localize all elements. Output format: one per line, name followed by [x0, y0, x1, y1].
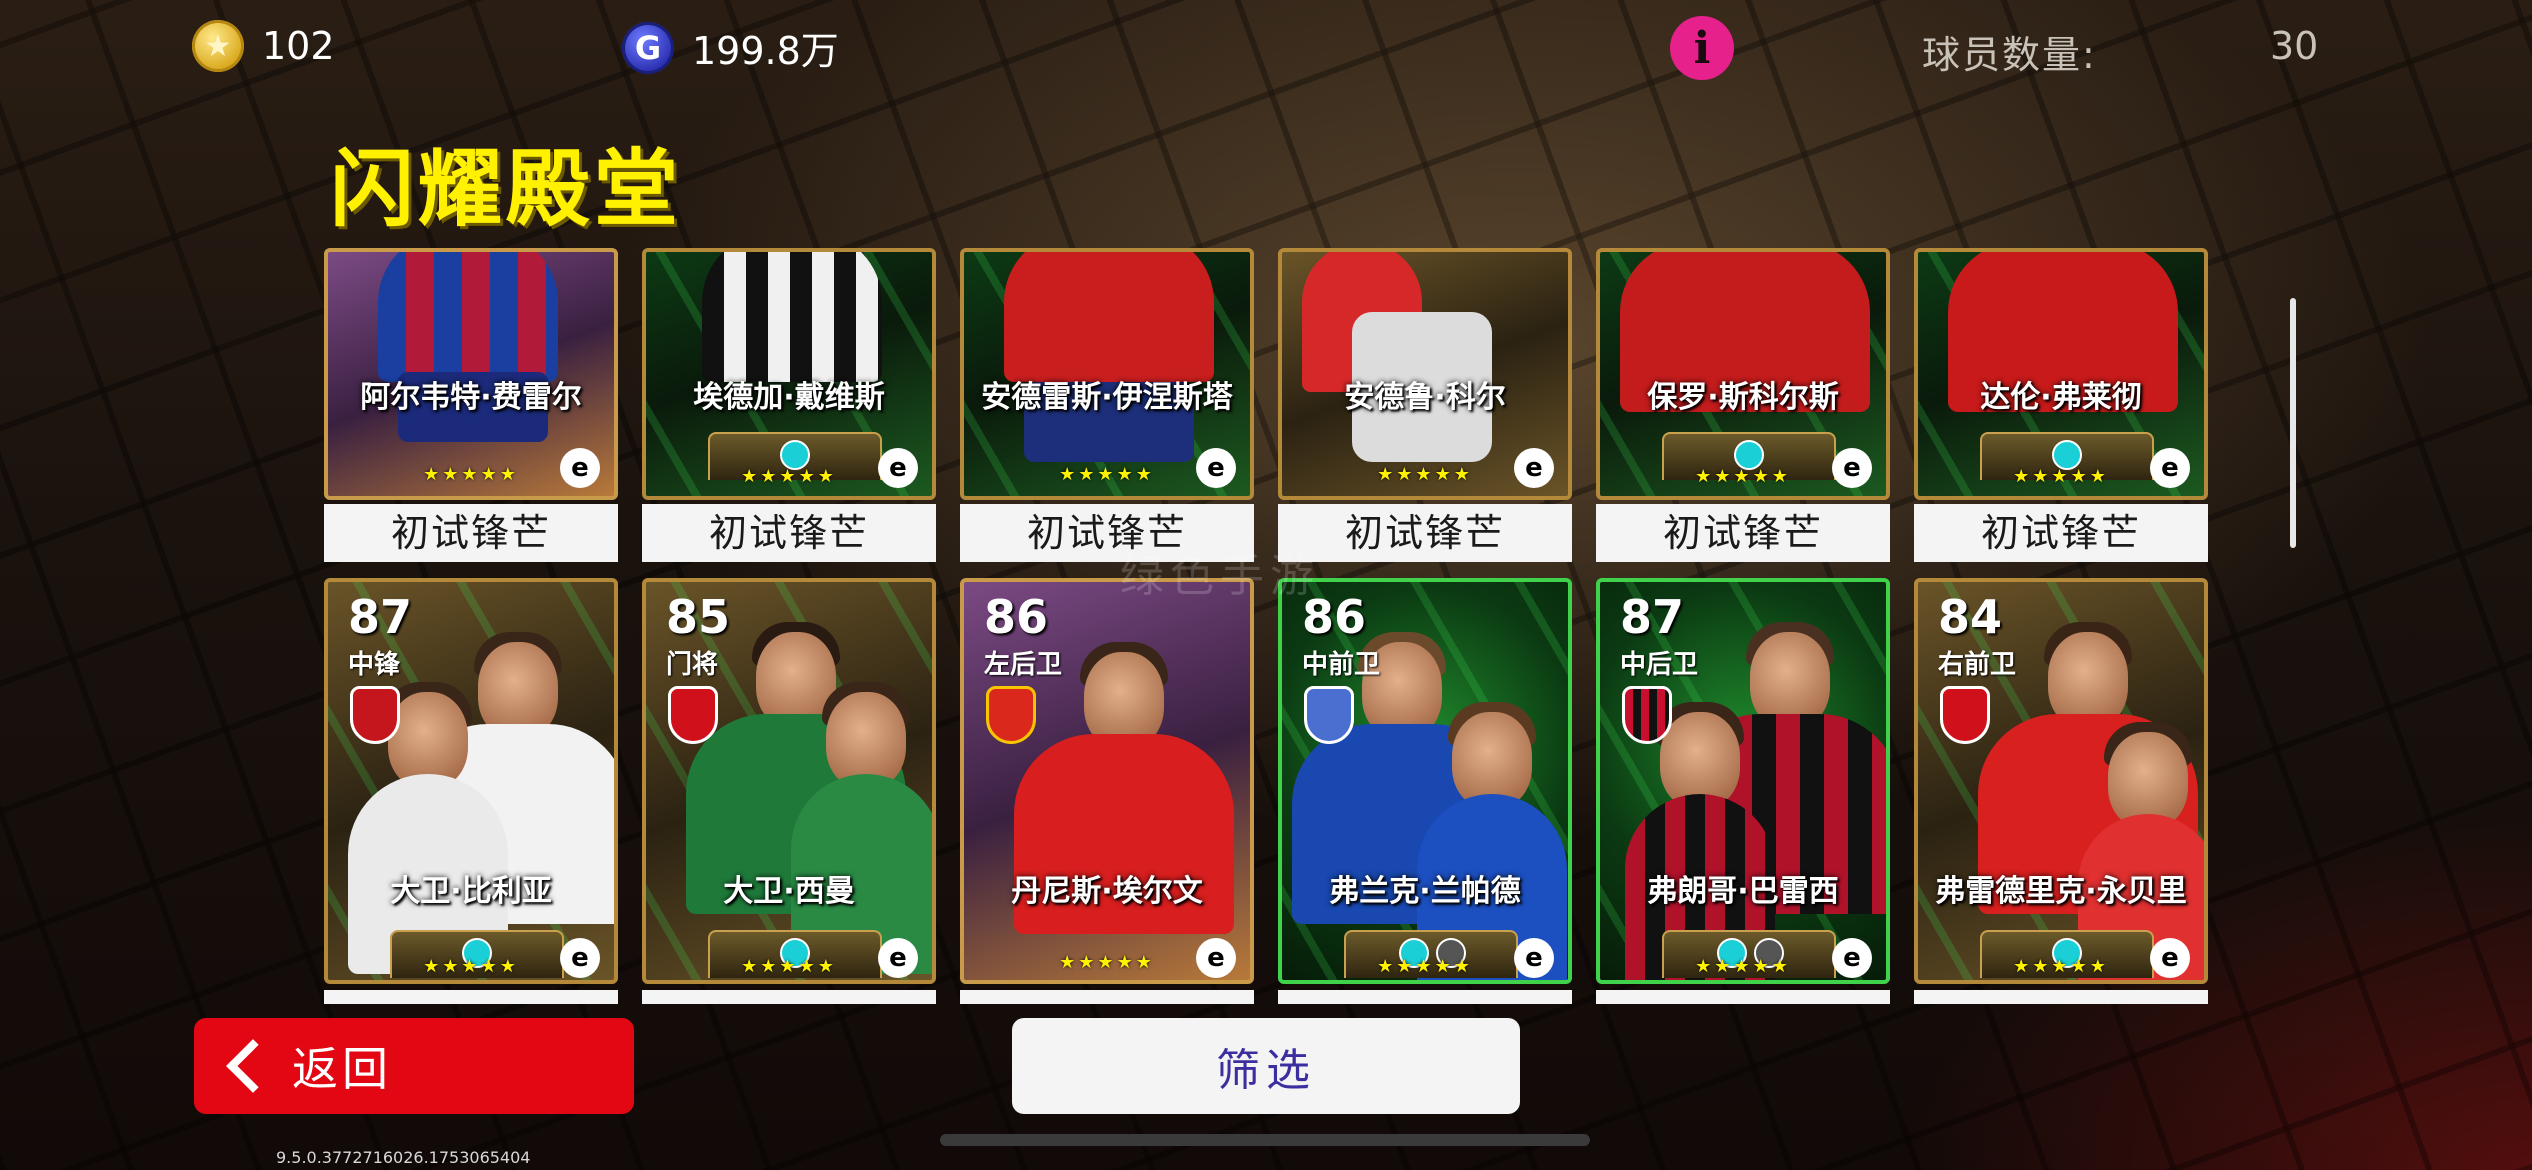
coin-amount: 102 [262, 24, 335, 68]
version-text: 9.5.0.3772716026.1753065404 [276, 1148, 531, 1167]
player-kit [702, 252, 882, 382]
card-label [1278, 990, 1572, 1004]
player-card[interactable]: 安德雷斯·伊涅斯塔 ★★★★★ e 初试锋芒 [960, 248, 1254, 562]
player-card[interactable]: 84 右前卫 弗雷德里克·永贝里 ★★★★★ e [1914, 578, 2208, 984]
club-crest-icon [1622, 686, 1672, 744]
player-name: 安德雷斯·伊涅斯塔 [981, 380, 1233, 415]
player-rating: 87 [1620, 590, 1685, 644]
player-count-value: 30 [2270, 24, 2319, 68]
card-label: 初试锋芒 [642, 504, 936, 562]
player-card[interactable]: 87 中后卫 弗朗哥·巴雷西 ★★★★★ e [1596, 578, 1890, 984]
player-card[interactable]: 85 门将 大卫·西曼 ★★★★★ e [642, 578, 936, 984]
club-crest-icon [668, 686, 718, 744]
player-position: 中前卫 [1302, 650, 1381, 680]
filter-label: 筛选 [1216, 1045, 1316, 1096]
player-name: 保罗·斯科尔斯 [1647, 380, 1839, 415]
card-image: 达伦·弗莱彻 ★★★★★ e [1914, 248, 2208, 500]
card-image: 86 左后卫 丹尼斯·埃尔文 ★★★★★ e [960, 578, 1254, 984]
back-button[interactable]: 返回 [194, 1018, 634, 1114]
player-rating: 84 [1938, 590, 2003, 644]
efootball-logo-icon: e [560, 448, 600, 488]
efootball-logo-icon: e [1832, 938, 1872, 978]
home-indicator[interactable] [940, 1134, 1590, 1146]
card-label: 初试锋芒 [1914, 504, 2208, 562]
card-label [642, 990, 936, 1004]
card-image: 84 右前卫 弗雷德里克·永贝里 ★★★★★ e [1914, 578, 2208, 984]
player-position: 中后卫 [1620, 650, 1699, 680]
player-card[interactable]: 阿尔韦特·费雷尔 ★★★★★ e 初试锋芒 [324, 248, 618, 562]
player-rating: 86 [984, 590, 1049, 644]
player-rating: 87 [348, 590, 413, 644]
card-image: 安德雷斯·伊涅斯塔 ★★★★★ e [960, 248, 1254, 500]
card-label: 初试锋芒 [324, 504, 618, 562]
efootball-logo-icon: e [1514, 938, 1554, 978]
efootball-logo-icon: e [2150, 938, 2190, 978]
player-position: 门将 [666, 650, 719, 680]
efootball-logo-icon: e [2150, 448, 2190, 488]
efootball-logo-icon: e [878, 938, 918, 978]
player-kit [378, 252, 558, 382]
efootball-logo-icon: e [1196, 938, 1236, 978]
card-label [1596, 990, 1890, 1004]
card-label: 初试锋芒 [1596, 504, 1890, 562]
player-name: 埃德加·戴维斯 [693, 380, 885, 415]
player-name: 安德鲁·科尔 [1344, 380, 1506, 415]
player-name: 大卫·西曼 [723, 874, 855, 909]
player-name: 阿尔韦特·费雷尔 [360, 380, 582, 415]
player-position: 左后卫 [984, 650, 1063, 680]
club-crest-icon [1940, 686, 1990, 744]
efootball-logo-icon: e [1196, 448, 1236, 488]
chevron-left-icon [226, 1039, 280, 1093]
club-crest-icon [986, 686, 1036, 744]
player-name: 大卫·比利亚 [390, 874, 552, 909]
player-card[interactable]: 埃德加·戴维斯 ★★★★★ e 初试锋芒 [642, 248, 936, 562]
player-name: 弗朗哥·巴雷西 [1647, 874, 1839, 909]
card-image: 埃德加·戴维斯 ★★★★★ e [642, 248, 936, 500]
card-image: 安德鲁·科尔 ★★★★★ e [1278, 248, 1572, 500]
player-card[interactable]: 保罗·斯科尔斯 ★★★★★ e 初试锋芒 [1596, 248, 1890, 562]
player-card[interactable]: 86 左后卫 丹尼斯·埃尔文 ★★★★★ e [960, 578, 1254, 984]
player-count-label: 球员数量: [1922, 33, 2097, 77]
card-label [1914, 990, 2208, 1004]
card-label [960, 990, 1254, 1004]
back-label: 返回 [292, 1042, 392, 1096]
gp-balance: G 199.8万 [622, 20, 839, 75]
player-name: 弗雷德里克·永贝里 [1935, 874, 2187, 909]
watermark: 绿色手游 [1120, 551, 1320, 602]
efootball-logo-icon: e [1832, 448, 1872, 488]
scrollbar[interactable] [2290, 298, 2296, 548]
club-crest-icon [350, 686, 400, 744]
card-image: 87 中后卫 弗朗哥·巴雷西 ★★★★★ e [1596, 578, 1890, 984]
card-image: 阿尔韦特·费雷尔 ★★★★★ e [324, 248, 618, 500]
info-icon[interactable]: i [1670, 16, 1734, 80]
player-name: 弗兰克·兰帕德 [1329, 874, 1521, 909]
player-name: 丹尼斯·埃尔文 [1011, 874, 1203, 909]
player-position: 右前卫 [1938, 650, 2017, 680]
player-card[interactable]: 86 中前卫 弗兰克·兰帕德 ★★★★★ e [1278, 578, 1572, 984]
card-label: 初试锋芒 [1278, 504, 1572, 562]
efootball-logo-icon: e [878, 448, 918, 488]
player-name: 达伦·弗莱彻 [1980, 380, 2142, 415]
player-position: 中锋 [348, 650, 401, 680]
player-card[interactable]: 达伦·弗莱彻 ★★★★★ e 初试锋芒 [1914, 248, 2208, 562]
player-rating: 85 [666, 590, 731, 644]
page-title: 闪耀殿堂 [330, 140, 683, 238]
club-crest-icon [1304, 686, 1354, 744]
player-card[interactable]: 安德鲁·科尔 ★★★★★ e 初试锋芒 [1278, 248, 1572, 562]
player-card[interactable]: 87 中锋 大卫·比利亚 ★★★★★ e [324, 578, 618, 984]
card-image: 85 门将 大卫·西曼 ★★★★★ e [642, 578, 936, 984]
gp-amount: 199.8万 [692, 29, 839, 73]
filter-button[interactable]: 筛选 [1012, 1018, 1520, 1114]
efootball-logo-icon: e [1514, 448, 1554, 488]
efootball-logo-icon: e [560, 938, 600, 978]
card-image: 保罗·斯科尔斯 ★★★★★ e [1596, 248, 1890, 500]
coin-balance: ★ 102 [192, 20, 335, 72]
gp-icon: G [622, 21, 674, 74]
card-label [324, 990, 618, 1004]
card-image: 87 中锋 大卫·比利亚 ★★★★★ e [324, 578, 618, 984]
player-card-grid[interactable]: 阿尔韦特·费雷尔 ★★★★★ e 初试锋芒 埃德加·戴维斯 ★★★★★ e 初试… [320, 248, 2220, 1004]
coin-icon: ★ [192, 20, 244, 72]
player-kit [1004, 252, 1214, 382]
card-image: 86 中前卫 弗兰克·兰帕德 ★★★★★ e [1278, 578, 1572, 984]
